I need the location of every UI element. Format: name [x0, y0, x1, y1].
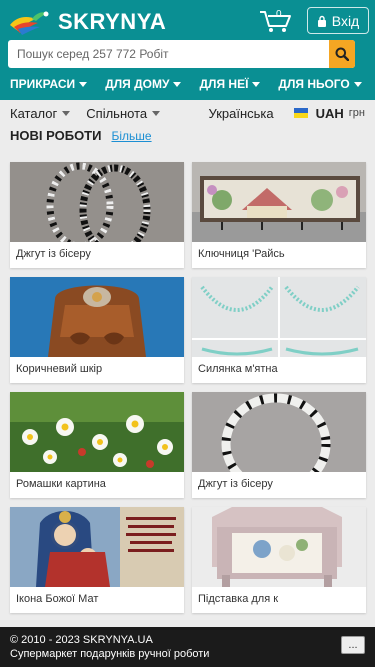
login-button[interactable]: Вхід [307, 7, 369, 34]
footer-copyright: © 2010 - 2023 SKRYNYA.UA [10, 634, 153, 646]
chevron-down-icon [152, 110, 161, 116]
nav-item-for-him[interactable]: ДЛЯ НЬОГО [268, 74, 369, 94]
currency-unit: грн [348, 107, 365, 119]
cart-count-badge: 0 [276, 9, 282, 20]
catalog-dropdown[interactable]: Каталог [10, 105, 71, 121]
search-bar [8, 40, 355, 68]
ukraine-flag-icon [293, 108, 308, 118]
product-card[interactable]: Ікона Божої Мат [10, 507, 184, 613]
product-card[interactable]: Силянка м'ятна [192, 277, 366, 383]
product-title: Ключниця 'Райсь [198, 248, 285, 260]
nav-item-for-her[interactable]: ДЛЯ НЕЇ [189, 74, 268, 94]
lock-icon [317, 15, 326, 27]
community-dropdown[interactable]: Спільнота [86, 105, 161, 121]
catalog-label: Каталог [10, 105, 58, 121]
product-image [192, 392, 366, 472]
product-image [10, 162, 184, 242]
search-input[interactable] [8, 40, 329, 68]
community-label: Спільнота [86, 105, 148, 121]
product-image [10, 277, 184, 357]
search-icon [335, 47, 349, 61]
login-label: Вхід [331, 12, 360, 29]
logo-text: SKRYNYA [58, 9, 167, 34]
product-card[interactable]: Підставка для к [192, 507, 366, 613]
chevron-down-icon [173, 81, 182, 87]
chevron-down-icon [62, 110, 71, 116]
bird-logo-icon [10, 11, 49, 35]
product-image [192, 162, 366, 242]
language-label: Українська [208, 105, 274, 121]
product-title: Коричневий шкір [16, 363, 103, 375]
product-image [10, 392, 184, 472]
product-card[interactable]: Ключниця 'Райсь [192, 162, 366, 268]
currency-selector[interactable]: UAH грн [293, 105, 365, 121]
nav-item-home[interactable]: ДЛЯ ДОМУ [95, 74, 189, 94]
chevron-down-icon [252, 81, 261, 87]
product-image [192, 277, 366, 357]
product-card[interactable]: Коричневий шкір [10, 277, 184, 383]
footer-more-button[interactable]: ... [341, 636, 365, 654]
currency-code: UAH [315, 105, 344, 121]
language-selector[interactable]: Українська [209, 106, 274, 121]
chevron-down-icon [79, 81, 88, 87]
product-title: Ікона Божої Мат [16, 593, 99, 605]
nav-item-more[interactable]: ДІ [370, 74, 375, 94]
product-title: Джгут із бісеру [198, 478, 273, 490]
section-title: НОВІ РОБОТИ [10, 128, 102, 143]
category-nav: ПРИКРАСИ ДЛЯ ДОМУ ДЛЯ НЕЇ ДЛЯ НЬОГО ДІ [0, 74, 375, 94]
sub-navigation: Каталог Спільнота Українська UAH грн [0, 100, 375, 126]
more-link[interactable]: Більше [111, 129, 151, 143]
search-button[interactable] [329, 40, 355, 68]
product-card[interactable]: Джгут із бісеру [10, 162, 184, 268]
chevron-down-icon [353, 81, 362, 87]
product-card[interactable]: Джгут із бісеру [192, 392, 366, 498]
product-title: Джгут із бісеру [16, 248, 91, 260]
header: SKRYNYA 0 Вхід ПРИКРАСИ ДЛЯ ДОМУ ДЛЯ НЕЇ… [0, 0, 375, 100]
product-image [192, 507, 366, 587]
section-header: НОВІ РОБОТИ Більше [10, 128, 152, 143]
footer-tagline: Супермаркет подарунків ручної роботи [10, 648, 210, 660]
logo[interactable]: SKRYNYA [6, 7, 166, 37]
product-title: Силянка м'ятна [198, 363, 278, 375]
product-card[interactable]: Ромашки картина [10, 392, 184, 498]
nav-item-jewelry[interactable]: ПРИКРАСИ [0, 74, 95, 94]
product-title: Підставка для к [198, 593, 279, 605]
product-title: Ромашки картина [16, 478, 106, 490]
product-image [10, 507, 184, 587]
footer: © 2010 - 2023 SKRYNYA.UA Супермаркет под… [0, 627, 375, 667]
